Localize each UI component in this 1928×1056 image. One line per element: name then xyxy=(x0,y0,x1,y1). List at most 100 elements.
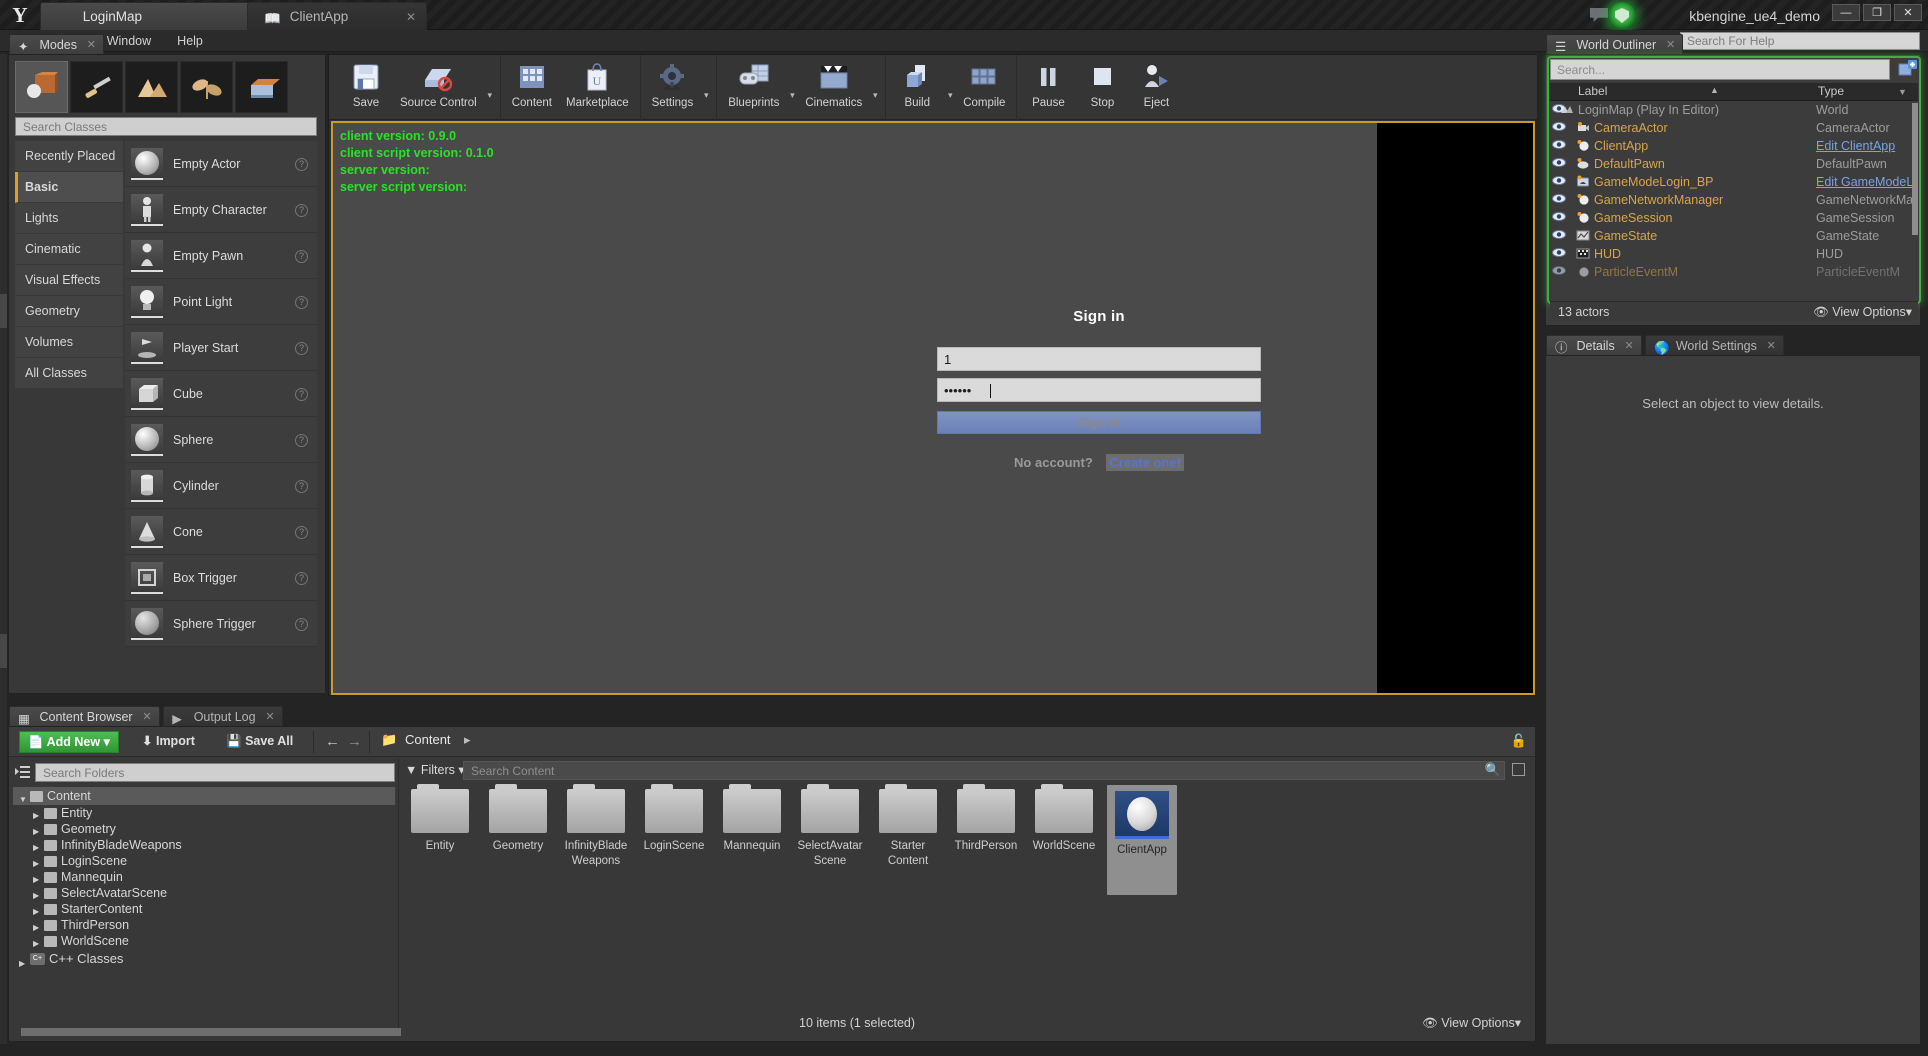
username-input[interactable]: 1 xyxy=(937,347,1261,371)
asset-starter-content[interactable]: Starter Content xyxy=(873,784,943,895)
tab-world-settings[interactable]: 🌎 World Settings ✕ xyxy=(1645,335,1784,355)
pause-button[interactable]: Pause xyxy=(1021,55,1075,117)
eye-icon[interactable] xyxy=(1552,211,1566,224)
category-cinematic[interactable]: Cinematic xyxy=(15,234,123,265)
add-item-icon[interactable] xyxy=(1898,60,1918,78)
mode-button-foliage[interactable] xyxy=(180,61,233,113)
table-row[interactable]: GameSession GameSession xyxy=(1550,209,1918,227)
help-icon[interactable]: ? xyxy=(295,572,308,585)
eye-icon[interactable] xyxy=(1552,121,1566,134)
sort-ascending-icon[interactable]: ▲ xyxy=(1710,85,1719,95)
tab-modes[interactable]: ✦ Modes ✕ xyxy=(9,34,105,55)
eye-icon[interactable] xyxy=(1552,175,1566,188)
asset-thirdperson[interactable]: ThirdPerson xyxy=(951,784,1021,895)
tree-node-infinitybladeweapons[interactable]: ▶ InfinityBladeWeapons xyxy=(13,837,395,853)
folder-tree-hscrollbar[interactable] xyxy=(21,1028,401,1036)
collapse-tree-icon[interactable] xyxy=(15,765,31,779)
add-new-button[interactable]: 📄 Add New ▾ xyxy=(19,731,119,753)
asset-geometry[interactable]: Geometry xyxy=(483,784,553,895)
help-icon[interactable]: ? xyxy=(295,158,308,171)
eye-icon[interactable] xyxy=(1552,193,1566,206)
close-icon[interactable]: ✕ xyxy=(1624,336,1633,356)
tree-node-geometry[interactable]: ▶ Geometry xyxy=(13,821,395,837)
tree-node-startercontent[interactable]: ▶ StarterContent xyxy=(13,901,395,917)
placeable-sphere-trigger[interactable]: Sphere Trigger ? xyxy=(125,601,317,647)
tree-node-worldscene[interactable]: ▶ WorldScene xyxy=(13,933,395,949)
asset-worldscene[interactable]: WorldScene xyxy=(1029,784,1099,895)
eye-icon[interactable] xyxy=(1552,229,1566,242)
restore-button[interactable]: ❐ xyxy=(1863,4,1891,21)
outliner-scrollbar[interactable] xyxy=(1912,103,1918,235)
table-row[interactable]: GameState GameState xyxy=(1550,227,1918,245)
placeable-cylinder[interactable]: Cylinder ? xyxy=(125,463,317,509)
column-label[interactable]: Label xyxy=(1578,84,1607,98)
left-rail-nub[interactable] xyxy=(0,294,7,328)
table-row[interactable]: ClientApp Edit ClientApp xyxy=(1550,137,1918,155)
help-icon[interactable]: ? xyxy=(295,296,308,309)
menu-item-help[interactable]: Help xyxy=(164,30,216,52)
tree-node-entity[interactable]: ▶ Entity xyxy=(13,805,395,821)
breadcrumb-caret[interactable]: ▸ xyxy=(464,732,471,748)
stop-button[interactable]: Stop xyxy=(1075,55,1129,117)
close-icon[interactable]: ✕ xyxy=(1666,35,1675,55)
content-button[interactable]: Content xyxy=(505,55,559,117)
marketplace-button[interactable]: U Marketplace xyxy=(559,55,636,117)
eye-icon[interactable] xyxy=(1552,157,1566,170)
tree-node-selectavatarscene[interactable]: ▶ SelectAvatarScene xyxy=(13,885,395,901)
tab-content-browser[interactable]: ▦ Content Browser ✕ xyxy=(9,706,160,726)
asset-infinityblade-weapons[interactable]: InfinityBlade Weapons xyxy=(561,784,631,895)
chevron-right-icon[interactable]: ▶ xyxy=(19,954,25,974)
tree-node-mannequin[interactable]: ▶ Mannequin xyxy=(13,869,395,885)
category-recently-placed[interactable]: Recently Placed xyxy=(15,141,123,172)
table-row[interactable]: CameraActor CameraActor xyxy=(1550,119,1918,137)
close-icon[interactable]: ✕ xyxy=(87,35,96,55)
category-basic[interactable]: Basic xyxy=(15,172,123,203)
column-type[interactable]: Type xyxy=(1818,84,1844,98)
placeable-player-start[interactable]: Player Start ? xyxy=(125,325,317,371)
search-classes-input[interactable]: Search Classes xyxy=(15,117,317,136)
category-visual-effects[interactable]: Visual Effects xyxy=(15,265,123,296)
tab-details[interactable]: ⓘ Details ✕ xyxy=(1546,335,1642,355)
filters-button[interactable]: ▼ Filters ▾ xyxy=(405,761,465,780)
tree-node-thirdperson[interactable]: ▶ ThirdPerson xyxy=(13,917,395,933)
table-row[interactable]: GameModeLogin_BP Edit GameModeL xyxy=(1550,173,1918,191)
help-icon[interactable]: ? xyxy=(295,204,308,217)
help-icon[interactable]: ? xyxy=(295,618,308,631)
chevron-down-icon[interactable]: ▾ xyxy=(700,90,712,101)
save-button[interactable]: Save xyxy=(339,55,393,117)
game-viewport[interactable]: client version: 0.9.0 client script vers… xyxy=(331,121,1535,695)
category-volumes[interactable]: Volumes xyxy=(15,327,123,358)
edit-gamemode-link[interactable]: Edit GameModeL xyxy=(1816,173,1913,191)
folder-search-input[interactable]: Search Folders xyxy=(35,763,395,782)
menu-item-window[interactable]: Window xyxy=(94,30,164,52)
breadcrumb-root[interactable]: Content xyxy=(405,732,451,747)
mode-button-landscape[interactable] xyxy=(125,61,178,113)
password-input[interactable]: •••••• xyxy=(937,378,1261,402)
category-lights[interactable]: Lights xyxy=(15,203,123,234)
asset-mannequin[interactable]: Mannequin xyxy=(717,784,787,895)
save-all-button[interactable]: 💾 Save All xyxy=(226,731,293,753)
table-row[interactable]: GameNetworkManager GameNetworkMar xyxy=(1550,191,1918,209)
eject-button[interactable]: Eject xyxy=(1129,55,1183,117)
help-icon[interactable]: ? xyxy=(295,480,308,493)
chevron-down-icon[interactable]: ▾ xyxy=(786,90,798,101)
content-search-input[interactable]: Search Content xyxy=(463,761,1505,780)
eye-icon[interactable] xyxy=(1552,139,1566,152)
placeable-point-light[interactable]: Point Light ? xyxy=(125,279,317,325)
help-icon[interactable]: ? xyxy=(295,342,308,355)
import-button[interactable]: ⬇ Import xyxy=(142,731,195,753)
signin-submit-button[interactable]: Sign in xyxy=(937,411,1261,434)
help-icon[interactable]: ? xyxy=(295,434,308,447)
tree-node-loginscene[interactable]: ▶ LoginScene xyxy=(13,853,395,869)
help-icon[interactable]: ? xyxy=(295,388,308,401)
cinematics-button[interactable]: Cinematics xyxy=(798,55,869,117)
category-geometry[interactable]: Geometry xyxy=(15,296,123,327)
close-icon[interactable]: ✕ xyxy=(265,707,274,727)
minimize-button[interactable]: — xyxy=(1832,4,1860,21)
back-button[interactable]: ← xyxy=(325,733,340,750)
magnifier-icon[interactable]: 🔍 xyxy=(1485,762,1501,778)
close-icon[interactable]: ✕ xyxy=(406,3,416,31)
tab-output-log[interactable]: ▶ Output Log ✕ xyxy=(163,706,283,727)
tree-node-content[interactable]: ▼ Content xyxy=(13,787,395,805)
category-all-classes[interactable]: All Classes xyxy=(15,358,123,389)
